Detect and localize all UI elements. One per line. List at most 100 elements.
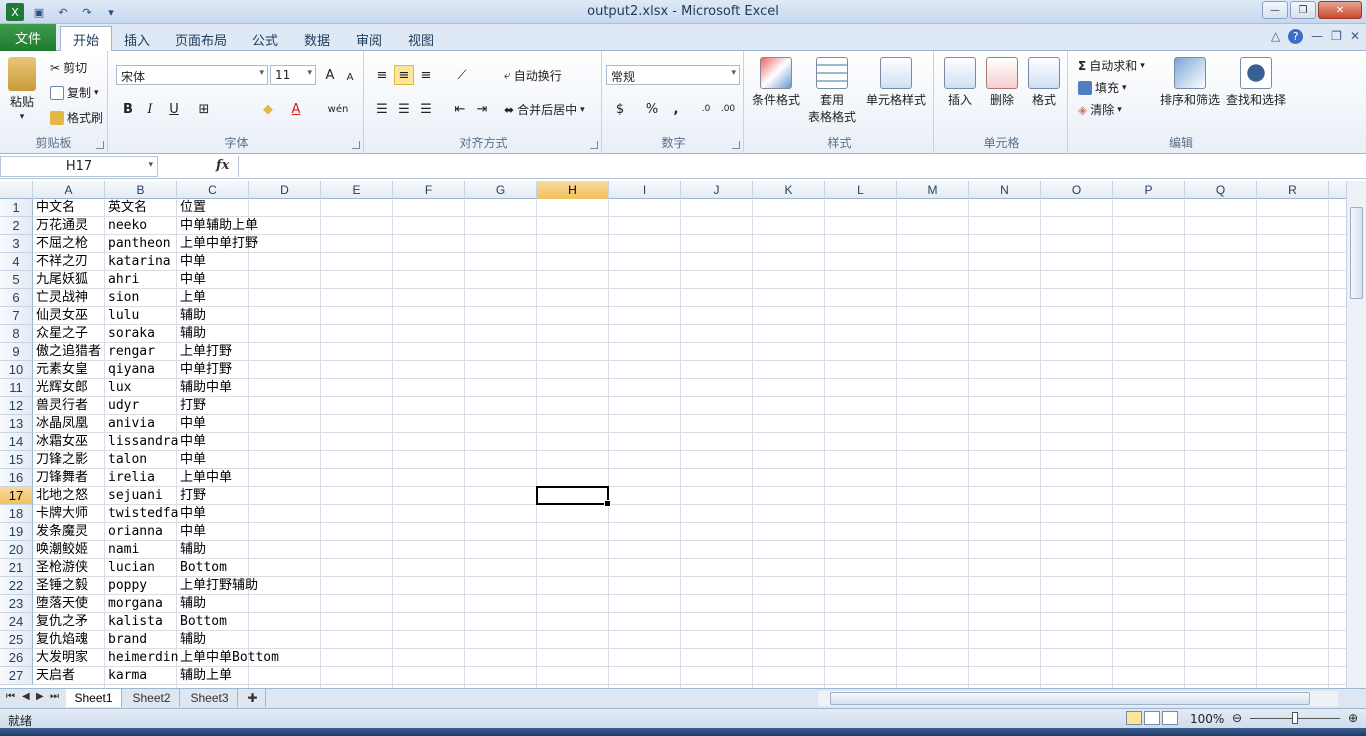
cell-b[interactable]: poppy (105, 577, 147, 595)
row-header[interactable]: 20 (0, 541, 33, 559)
row-header[interactable]: 11 (0, 379, 33, 397)
tab-home[interactable]: 开始 (60, 26, 112, 52)
insert-function-icon[interactable]: fx (216, 158, 229, 173)
new-sheet-icon[interactable]: ✚ (240, 689, 266, 707)
currency-button[interactable]: $ (610, 99, 630, 119)
row-header[interactable]: 15 (0, 451, 33, 469)
cell-b[interactable]: lissandra (105, 433, 178, 451)
cell-a[interactable]: 仙灵女巫 (33, 307, 88, 325)
row-header[interactable]: 6 (0, 289, 33, 307)
align-center-icon[interactable]: ☰ (394, 99, 414, 119)
row-header[interactable]: 19 (0, 523, 33, 541)
column-header-o[interactable]: O (1041, 181, 1113, 199)
align-top-icon[interactable]: ≡ (372, 65, 392, 85)
page-layout-view-button[interactable] (1144, 711, 1160, 725)
cell-a[interactable]: 亡灵战神 (33, 289, 88, 307)
row-header[interactable]: 25 (0, 631, 33, 649)
borders-icon[interactable]: ⊞ (194, 99, 214, 119)
format-as-table-button[interactable]: 套用 表格格式 (808, 57, 856, 125)
phonetic-icon[interactable]: wén (328, 99, 349, 119)
cell-a[interactable]: 兽灵行者 (33, 397, 88, 415)
cell-c[interactable]: 上单中单Bottom (177, 649, 279, 667)
column-header-j[interactable]: J (681, 181, 753, 199)
cell-b[interactable]: qiyana (105, 361, 155, 379)
row-header[interactable]: 18 (0, 505, 33, 523)
decrease-decimal-icon[interactable]: .00 (718, 99, 738, 119)
number-launcher-icon[interactable] (732, 141, 740, 149)
cell-c[interactable]: 中单 (177, 253, 206, 271)
worksheet-grid[interactable]: ABCDEFGHIJKLMNOPQR 1 中文名 英文名 位置 2 万花通灵 neeko 中单… (0, 181, 1346, 688)
cell-a[interactable]: 刀锋舞者 (33, 469, 88, 487)
delete-cells-button[interactable]: 删除 (986, 57, 1018, 108)
cell-c[interactable]: 上单中单打野 (177, 235, 258, 253)
row-header[interactable]: 27 (0, 667, 33, 685)
zoom-out-button[interactable]: ⊖ (1232, 711, 1242, 725)
cell-c[interactable]: 辅助中单 (177, 379, 232, 397)
cell-c[interactable]: 上单打野辅助 (177, 577, 258, 595)
row-header[interactable]: 3 (0, 235, 33, 253)
row-header[interactable]: 17 (0, 487, 33, 505)
column-header-a[interactable]: A (33, 181, 105, 199)
cell-b[interactable]: udyr (105, 397, 139, 415)
row-header[interactable]: 2 (0, 217, 33, 235)
tab-insert[interactable]: 插入 (116, 28, 158, 51)
cell-b[interactable]: 英文名 (105, 199, 147, 217)
cell-c[interactable]: Bottom (177, 559, 227, 577)
cell-b[interactable]: twistedfa (105, 505, 178, 523)
vertical-scrollbar[interactable] (1346, 181, 1366, 688)
tab-review[interactable]: 审阅 (348, 28, 390, 51)
tab-file[interactable]: 文件 (0, 24, 56, 51)
font-size-select[interactable]: 11 (270, 65, 316, 85)
cell-b[interactable]: rengar (105, 343, 155, 361)
cell-b[interactable]: ahri (105, 271, 139, 289)
zoom-level[interactable]: 100% (1190, 712, 1224, 726)
row-header[interactable]: 7 (0, 307, 33, 325)
clear-button[interactable]: ◈ 清除 ▾ (1078, 101, 1122, 118)
tab-page-layout[interactable]: 页面布局 (170, 28, 232, 51)
column-header-r[interactable]: R (1257, 181, 1329, 199)
autosum-button[interactable]: Σ 自动求和 ▾ (1078, 57, 1145, 74)
cell-a[interactable]: 不祥之刃 (33, 253, 88, 271)
row-header[interactable]: 5 (0, 271, 33, 289)
paste-button[interactable]: 粘贴 ▾ (8, 57, 36, 122)
cell-a[interactable]: 唤潮鲛姬 (33, 541, 88, 559)
normal-view-button[interactable] (1126, 711, 1142, 725)
column-header-c[interactable]: C (177, 181, 249, 199)
cell-b[interactable]: karma (105, 667, 147, 685)
cell-b[interactable]: anivia (105, 415, 155, 433)
cell-c[interactable]: 辅助 (177, 631, 206, 649)
orientation-icon[interactable]: ⟋ (452, 65, 472, 85)
cell-b[interactable]: soraka (105, 325, 155, 343)
row-header[interactable]: 13 (0, 415, 33, 433)
row-header[interactable]: 10 (0, 361, 33, 379)
first-sheet-icon[interactable]: ⏮ (6, 691, 15, 702)
cell-a[interactable]: 冰霜女巫 (33, 433, 88, 451)
cell-a[interactable]: 卡牌大师 (33, 505, 88, 523)
cell-c[interactable]: 上单打野 (177, 343, 232, 361)
zoom-in-button[interactable]: ⊕ (1348, 711, 1358, 725)
last-sheet-icon[interactable]: ⏭ (50, 691, 59, 702)
cell-c[interactable]: 上单 (177, 289, 206, 307)
name-box[interactable]: H17 (0, 156, 158, 177)
cell-c[interactable]: 辅助 (177, 541, 206, 559)
cell-b[interactable]: orianna (105, 523, 163, 541)
column-header-k[interactable]: K (753, 181, 825, 199)
cell-a[interactable]: 天启者 (33, 667, 75, 685)
cell-b[interactable]: nami (105, 541, 139, 559)
column-header-h[interactable]: H (537, 181, 609, 199)
row-header[interactable]: 24 (0, 613, 33, 631)
cell-a[interactable]: 光辉女郎 (33, 379, 88, 397)
cell-c[interactable]: 打野 (177, 397, 206, 415)
row-header[interactable]: 23 (0, 595, 33, 613)
cell-a[interactable]: 圣枪游侠 (33, 559, 88, 577)
column-header-i[interactable]: I (609, 181, 681, 199)
column-header-d[interactable]: D (249, 181, 321, 199)
cell-c[interactable]: 中单 (177, 415, 206, 433)
row-header[interactable]: 22 (0, 577, 33, 595)
vertical-scroll-thumb[interactable] (1350, 207, 1363, 299)
cell-a[interactable]: 刀锋之影 (33, 451, 88, 469)
tab-data[interactable]: 数据 (296, 28, 338, 51)
doc-minimize-icon[interactable]: — (1311, 29, 1323, 44)
cell-b[interactable]: neeko (105, 217, 147, 235)
row-header[interactable]: 9 (0, 343, 33, 361)
